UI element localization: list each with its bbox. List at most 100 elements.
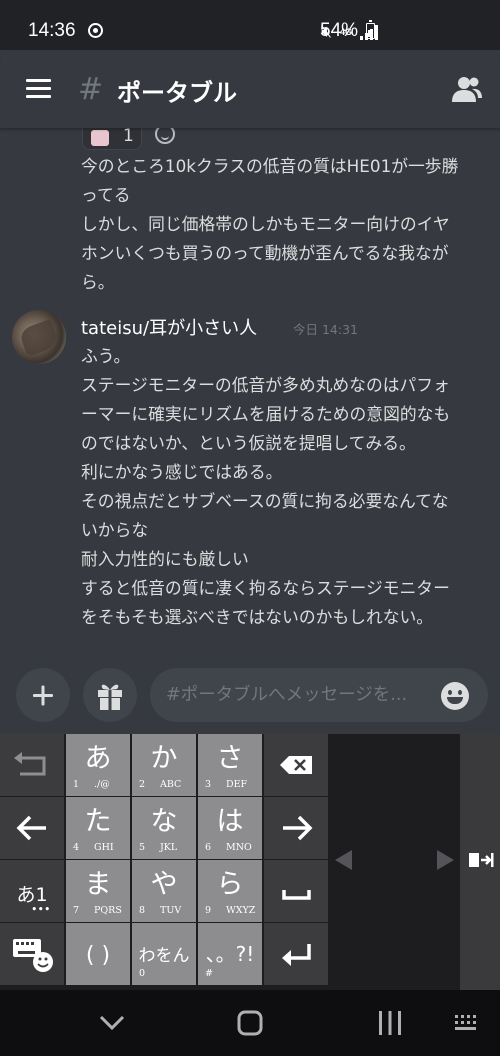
key-wa[interactable]: わをん 0 (132, 923, 197, 986)
enter-key[interactable] (264, 923, 329, 986)
space-icon (282, 890, 311, 900)
key-ta[interactable]: た 4 GHI (66, 797, 131, 860)
key-number-label: # (205, 968, 213, 979)
candidate-next-icon[interactable] (437, 850, 454, 870)
reaction-emoji-image (91, 130, 109, 146)
message-timestamp: 今日 14:31 (293, 322, 358, 337)
message-line: ふう。 (81, 346, 131, 366)
avatar[interactable] (12, 310, 66, 364)
key-main-label: さ (216, 743, 244, 774)
key-number-label: 6 (205, 842, 212, 853)
key-punctuation[interactable]: 、。?! # (198, 923, 263, 986)
key-sub-label: JKL (160, 842, 178, 853)
key-number-label: 0 (139, 968, 146, 979)
members-icon[interactable] (452, 76, 482, 102)
key-ra[interactable]: ら 9 WXYZ (198, 860, 263, 923)
undo-icon (14, 752, 46, 776)
message-input[interactable] (150, 668, 488, 722)
add-reaction-icon[interactable] (155, 128, 175, 144)
message-line: しかし、同じ価格帯のしかもモニター向けのイヤ (81, 214, 450, 234)
message-list[interactable]: 1 今のところ10kクラスの低音の質はHE01が一歩勝 ってる しかし、同じ価格… (0, 128, 500, 656)
status-bar: 14:36 🔇︎ 4G 54% (0, 0, 500, 50)
keyboard-settings-key[interactable] (0, 923, 65, 986)
key-ma[interactable]: ま 7 PQRS (66, 860, 131, 923)
key-brackets[interactable]: ( ) (66, 923, 131, 986)
message-line: 利にかなう感じではある。 (81, 462, 283, 482)
recent-apps-icon[interactable] (370, 990, 410, 1056)
message-line: ホンいくつも買うのって動機が歪んでるな我なが (81, 243, 449, 263)
key-na[interactable]: な 5 JKL (132, 797, 197, 860)
backspace-key[interactable] (264, 734, 329, 797)
key-number-label: 1 (73, 779, 80, 790)
key-sub-label: ./@ (94, 779, 110, 790)
collapse-panel-icon (469, 853, 494, 867)
gift-button[interactable] (83, 668, 137, 722)
message-line: をそもそも選ぶべきではないのかもしれない。 (81, 607, 434, 627)
key-sub-label: ABC (160, 779, 182, 790)
keyboard-emoji-icon (13, 939, 53, 972)
input-mode-key[interactable]: あ1 ••• (0, 860, 65, 923)
key-main-label: た (84, 806, 112, 837)
candidate-prev-icon[interactable] (335, 850, 352, 870)
undo-key[interactable] (0, 734, 65, 797)
message-line: ステージモニターの低音が多め丸めなのはパフォ (81, 375, 450, 395)
key-main-label: ま (84, 869, 112, 900)
message-line: ってる (81, 185, 131, 205)
system-navigation-bar (0, 990, 500, 1056)
key-number-label: 4 (73, 842, 80, 853)
key-main-label: か (150, 743, 178, 774)
channel-header: # ポータブル (0, 50, 500, 128)
key-main-label: 、。?! (205, 942, 255, 966)
input-mode-dots: ••• (31, 903, 51, 916)
message-line: すると低音の質に凄く拘るならステージモニター (81, 578, 450, 598)
key-ha[interactable]: は 6 MNO (198, 797, 263, 860)
channel-hash-icon: # (78, 72, 104, 107)
key-number-label: 2 (139, 779, 146, 790)
key-number-label: 8 (139, 905, 146, 916)
menu-icon[interactable] (26, 79, 51, 99)
reaction-chip[interactable]: 1 (82, 128, 142, 150)
key-sub-label: TUV (160, 905, 182, 916)
status-time: 14:36 (28, 20, 76, 41)
message-body: 今のところ10kクラスの低音の質はHE01が一歩勝 ってる しかし、同じ価格帯の… (81, 152, 491, 297)
sync-icon (88, 23, 103, 38)
key-number-label: 5 (139, 842, 146, 853)
cursor-right-key[interactable] (264, 797, 329, 860)
key-number-label: 3 (205, 779, 212, 790)
key-main-label: や (150, 869, 178, 900)
key-sub-label: DEF (226, 779, 248, 790)
hide-keyboard-chevron-icon[interactable] (92, 990, 132, 1056)
key-main-label: あ (84, 743, 112, 774)
arrow-right-icon (283, 815, 313, 841)
key-main-label: は (216, 806, 244, 837)
key-main-label: な (150, 806, 178, 837)
key-sa[interactable]: さ 3 DEF (198, 734, 263, 797)
message-author[interactable]: tateisu/耳が小さい人 (81, 314, 257, 340)
backspace-icon (280, 756, 312, 774)
key-main-label: ら (216, 869, 244, 900)
key-number-label: 7 (73, 905, 80, 916)
key-sub-label: PQRS (94, 905, 122, 916)
key-ka[interactable]: か 2 ABC (132, 734, 197, 797)
message-line: 今のところ10kクラスの低音の質はHE01が一歩勝 (81, 156, 459, 176)
key-number-label: 9 (205, 905, 212, 916)
space-key[interactable] (264, 860, 329, 923)
key-main-label: ( ) (85, 943, 111, 968)
cursor-left-key[interactable] (0, 797, 65, 860)
keyboard-switch-icon[interactable] (450, 990, 486, 1056)
gift-icon (98, 684, 122, 710)
message-line: のではないか、という仮説を提唱してみる。 (81, 433, 416, 453)
home-button-icon[interactable] (230, 990, 270, 1056)
key-ya[interactable]: や 8 TUV (132, 860, 197, 923)
message-body: ふう。 ステージモニターの低音が多め丸めなのはパフォ ーマーに確実にリズムを届け… (81, 342, 491, 632)
channel-title: ポータブル (117, 79, 237, 107)
battery-percent: 54% (320, 20, 359, 41)
add-attachment-button[interactable] (16, 668, 70, 722)
emoji-picker-icon[interactable] (441, 682, 469, 710)
key-a[interactable]: あ 1 ./@ (66, 734, 131, 797)
reaction-count: 1 (123, 128, 134, 146)
key-sub-label: MNO (226, 842, 252, 853)
message-line: 耐入力性的にも厳しい (81, 549, 249, 569)
arrow-left-icon (16, 815, 46, 841)
message-line: いからな (81, 520, 149, 540)
